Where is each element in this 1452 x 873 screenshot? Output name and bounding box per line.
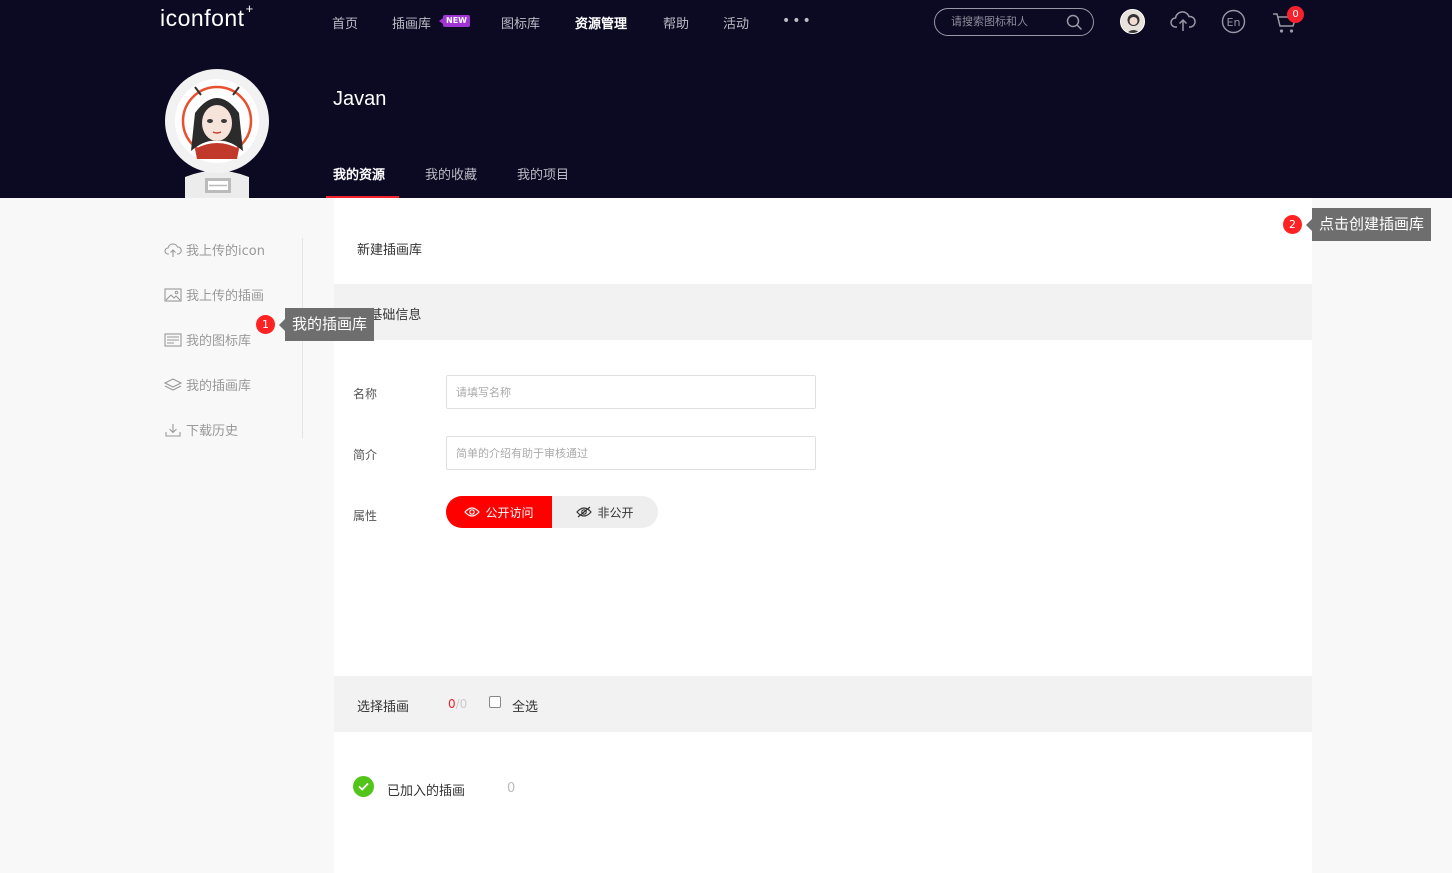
sidebar-item-uploaded-icons[interactable]: 我上传的icon bbox=[164, 240, 265, 259]
selection-counter: 0/0 bbox=[448, 697, 467, 711]
sidebar: 我上传的icon 我上传的插画 我的图标库 我的插画库 下载历史 bbox=[160, 238, 303, 439]
visibility-toggle: 公开访问 非公开 bbox=[446, 496, 658, 528]
image-icon bbox=[164, 287, 182, 302]
guide-marker-2: 2 bbox=[1283, 215, 1302, 234]
cart-count-badge: 0 bbox=[1287, 6, 1304, 23]
profile-username: Javan bbox=[333, 88, 387, 110]
name-field[interactable] bbox=[446, 375, 816, 409]
added-illustrations-count: 0 bbox=[507, 781, 516, 796]
name-label: 名称 bbox=[353, 387, 378, 401]
tab-my-favorites[interactable]: 我的收藏 bbox=[425, 164, 477, 183]
main-content: 新建插画库 1.基础信息 名称 简介 属性 公开访问 非公开 选择插画 0/0 … bbox=[334, 198, 1312, 873]
section-title-select-illustrations: 选择插画 bbox=[357, 700, 410, 715]
private-button[interactable]: 非公开 bbox=[552, 496, 658, 528]
nav-home[interactable]: 首页 bbox=[332, 13, 358, 32]
select-all-checkbox[interactable] bbox=[489, 696, 501, 708]
language-icon[interactable]: En bbox=[1221, 9, 1246, 38]
sidebar-item-label: 我的插画库 bbox=[186, 379, 252, 394]
cloud-upload-icon bbox=[164, 242, 182, 257]
nav-resource-management[interactable]: 资源管理 bbox=[575, 13, 627, 32]
sidebar-item-download-history[interactable]: 下载历史 bbox=[164, 420, 238, 439]
selected-count: 0 bbox=[448, 697, 456, 711]
select-all-label[interactable]: 全选 bbox=[512, 696, 538, 715]
eye-icon bbox=[464, 507, 481, 517]
iconfont-logo[interactable]: iconfont+ bbox=[160, 1, 254, 32]
total-count: /0 bbox=[455, 697, 468, 711]
download-icon bbox=[165, 423, 181, 437]
added-illustrations-label: 已加入的插画 bbox=[387, 784, 466, 799]
layers-icon bbox=[164, 377, 182, 391]
page-title: 新建插画库 bbox=[357, 243, 423, 258]
select-illustrations-section-bar: 选择插画 0/0 全选 bbox=[334, 676, 1312, 732]
nav-help[interactable]: 帮助 bbox=[663, 13, 689, 32]
guide-marker-1: 1 bbox=[256, 315, 275, 334]
more-icon[interactable]: ••• bbox=[782, 13, 813, 29]
search-input[interactable] bbox=[951, 15, 1071, 28]
lang-text: En bbox=[1227, 16, 1241, 29]
sidebar-item-my-illustration-library[interactable]: 我的插画库 bbox=[164, 375, 251, 394]
new-badge: NEW bbox=[439, 15, 470, 27]
search-box bbox=[934, 8, 1094, 36]
search-icon[interactable] bbox=[1066, 14, 1083, 35]
intro-field[interactable] bbox=[446, 436, 816, 470]
sidebar-item-label: 我上传的插画 bbox=[186, 289, 265, 304]
intro-label: 简介 bbox=[353, 448, 378, 462]
guide-tooltip-create-illustration-library: 点击创建插画库 bbox=[1305, 208, 1432, 241]
sidebar-item-uploaded-illustrations[interactable]: 我上传的插画 bbox=[164, 285, 264, 304]
check-circle-icon bbox=[353, 776, 374, 801]
nav-activities[interactable]: 活动 bbox=[723, 13, 749, 32]
profile-avatar[interactable] bbox=[165, 69, 269, 198]
private-label: 非公开 bbox=[597, 505, 634, 520]
upload-cloud-icon[interactable] bbox=[1170, 9, 1196, 37]
top-header: iconfont+ 首页 插画库 NEW 图标库 资源管理 帮助 活动 ••• … bbox=[0, 0, 1452, 198]
sidebar-item-label: 我的图标库 bbox=[186, 334, 252, 349]
sidebar-item-label: 下载历史 bbox=[186, 424, 239, 439]
nav-icons[interactable]: 图标库 bbox=[501, 13, 540, 32]
attribute-label: 属性 bbox=[353, 509, 378, 523]
tab-my-resources[interactable]: 我的资源 bbox=[333, 164, 385, 183]
tab-my-projects[interactable]: 我的项目 bbox=[517, 164, 569, 183]
public-access-button[interactable]: 公开访问 bbox=[446, 496, 552, 528]
eye-off-icon bbox=[576, 506, 593, 518]
sidebar-item-my-icon-library[interactable]: 我的图标库 bbox=[164, 330, 251, 349]
guide-tooltip-my-illustration-library: 我的插画库 bbox=[278, 308, 375, 341]
nav-illustrations[interactable]: 插画库 bbox=[392, 13, 431, 32]
library-icon bbox=[164, 332, 182, 347]
basic-info-section-bar: 1.基础信息 bbox=[334, 284, 1312, 340]
public-access-label: 公开访问 bbox=[485, 505, 534, 520]
user-avatar[interactable] bbox=[1120, 9, 1145, 34]
sidebar-item-label: 我上传的icon bbox=[186, 244, 265, 259]
